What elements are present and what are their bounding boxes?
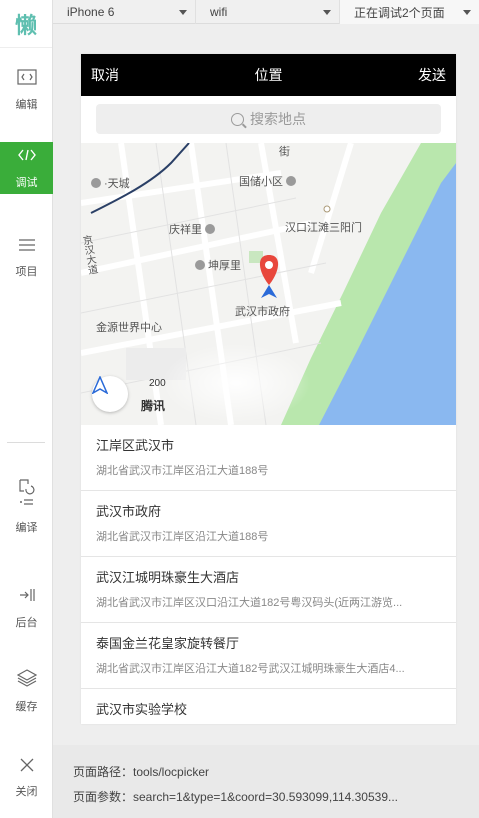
map-label-poi: 坤厚里 xyxy=(195,257,241,273)
poi-icon xyxy=(91,178,101,188)
cancel-button[interactable]: 取消 xyxy=(91,65,119,85)
map-label-poi: 庆祥里 xyxy=(169,221,218,237)
search-input[interactable]: 搜索地点 xyxy=(96,104,441,134)
results-list: 江岸区武汉市 湖北省武汉市江岸区沿江大道188号 武汉市政府 湖北省武汉市江岸区… xyxy=(81,425,456,724)
left-sidebar: 懒 编辑 调试 项目 编译 后台 缓存 关闭 xyxy=(0,0,53,818)
sidebar-item-edit[interactable]: 编辑 xyxy=(0,62,53,118)
result-name: 武汉江城明珠豪生大酒店 xyxy=(96,570,240,585)
map-label-gov: 武汉市政府 xyxy=(235,306,290,318)
sidebar-item-background[interactable]: 后台 xyxy=(0,580,53,636)
poi-icon xyxy=(205,224,216,234)
background-icon xyxy=(18,587,36,608)
map-label-poi: 汉口江滩三阳门 xyxy=(285,222,362,234)
app-logo: 懒 xyxy=(0,0,52,48)
map-label-poi: ·天城 xyxy=(91,175,130,191)
list-item[interactable]: 江岸区武汉市 湖北省武汉市江岸区沿江大道188号 xyxy=(81,425,456,491)
search-placeholder: 搜索地点 xyxy=(250,111,306,127)
poi-icon xyxy=(286,176,297,186)
locate-button[interactable] xyxy=(92,376,128,412)
sidebar-item-label: 关闭 xyxy=(15,785,38,798)
result-address: 湖北省武汉市江岸区沿江大道188号 xyxy=(96,531,269,543)
map-blur-overlay xyxy=(161,343,311,423)
map-brand: 腾讯 xyxy=(141,399,166,413)
code-window-icon xyxy=(16,68,37,90)
network-select[interactable]: wifi xyxy=(196,0,340,24)
result-address: 湖北省武汉市江岸区沿江大道188号 xyxy=(96,465,269,477)
navigation-arrow-icon xyxy=(92,376,108,394)
device-select[interactable]: iPhone 6 xyxy=(53,0,196,24)
nav-title: 位置 xyxy=(254,67,283,83)
list-item[interactable]: 武汉江城明珠豪生大酒店 湖北省武汉市江岸区汉口沿江大道182号粤汉码头(近两江游… xyxy=(81,557,456,623)
result-address: 湖北省武汉市江岸区沿江大道182号武汉江城明珠豪生大酒店4... xyxy=(96,663,405,675)
sidebar-item-debug[interactable]: 调试 xyxy=(0,142,53,194)
nav-bar: 取消 位置 发送 xyxy=(81,54,456,96)
location-pin-icon xyxy=(259,255,279,285)
chevron-down-icon xyxy=(179,10,187,15)
map-label-poi: 金源世界中心 xyxy=(96,322,162,334)
send-button[interactable]: 发送 xyxy=(418,65,446,85)
sidebar-divider xyxy=(7,442,45,443)
sidebar-item-label: 编译 xyxy=(15,521,38,534)
sidebar-item-label: 编辑 xyxy=(15,98,38,111)
sidebar-item-label: 后台 xyxy=(15,616,38,629)
debug-pages-value: 正在调试2个页面 xyxy=(354,5,445,20)
compile-icon xyxy=(17,478,37,513)
map-view[interactable]: 街 ·天城 国储小区 京汉大道 汉口江滩三阳门 庆祥里 坤厚里 武汉市政府 金源… xyxy=(81,143,456,425)
sidebar-item-label: 缓存 xyxy=(15,700,38,713)
network-select-value: wifi xyxy=(210,5,228,19)
search-area: 搜索地点 xyxy=(81,96,456,143)
layers-icon xyxy=(16,668,37,692)
page-path: 页面路径：tools/locpicker xyxy=(73,765,210,779)
sidebar-item-compile[interactable]: 编译 xyxy=(0,470,53,542)
page-params: 页面参数：search=1&type=1&coord=30.593099,114… xyxy=(73,790,398,804)
sidebar-item-close[interactable]: 关闭 xyxy=(0,750,53,806)
map-scale: 200 xyxy=(149,378,166,389)
phone-simulator: 取消 位置 发送 搜索地点 街 ·天城 国储小区 京汉大道 汉口江滩三阳门 庆祥… xyxy=(81,54,456,724)
result-address: 湖北省武汉市江岸区汉口沿江大道182号粤汉码头(近两江游览... xyxy=(96,597,403,609)
debug-pages-select[interactable]: 正在调试2个页面 xyxy=(340,0,479,24)
map-label-street: 街 xyxy=(279,146,290,158)
list-item[interactable]: 泰国金兰花皇家旋转餐厅 湖北省武汉市江岸区沿江大道182号武汉江城明珠豪生大酒店… xyxy=(81,623,456,689)
search-icon xyxy=(231,112,244,126)
result-name: 武汉市实验学校 xyxy=(96,702,188,717)
sidebar-item-project[interactable]: 项目 xyxy=(0,230,53,286)
chevron-down-icon xyxy=(463,10,471,15)
sidebar-item-label: 调试 xyxy=(15,176,38,189)
device-select-value: iPhone 6 xyxy=(67,5,115,19)
poi-icon xyxy=(195,260,205,270)
map-label-poi: 国储小区 xyxy=(239,173,299,189)
list-item[interactable]: 武汉市实验学校 xyxy=(81,689,456,724)
top-toolbar: iPhone 6 wifi 正在调试2个页面 xyxy=(53,0,479,24)
logo-glyph: 懒 xyxy=(14,13,37,39)
page-info-panel: 页面路径：tools/locpicker 页面参数：search=1&type=… xyxy=(53,745,479,818)
list-lines-icon xyxy=(18,238,36,257)
result-name: 武汉市政府 xyxy=(96,504,162,519)
sidebar-item-cache[interactable]: 缓存 xyxy=(0,663,53,719)
close-icon xyxy=(20,758,34,777)
result-name: 泰国金兰花皇家旋转餐厅 xyxy=(96,636,240,651)
result-name: 江岸区武汉市 xyxy=(96,438,175,453)
sidebar-item-label: 项目 xyxy=(15,265,38,278)
code-brackets-icon xyxy=(17,147,37,168)
chevron-down-icon xyxy=(323,10,331,15)
list-item[interactable]: 武汉市政府 湖北省武汉市江岸区沿江大道188号 xyxy=(81,491,456,557)
